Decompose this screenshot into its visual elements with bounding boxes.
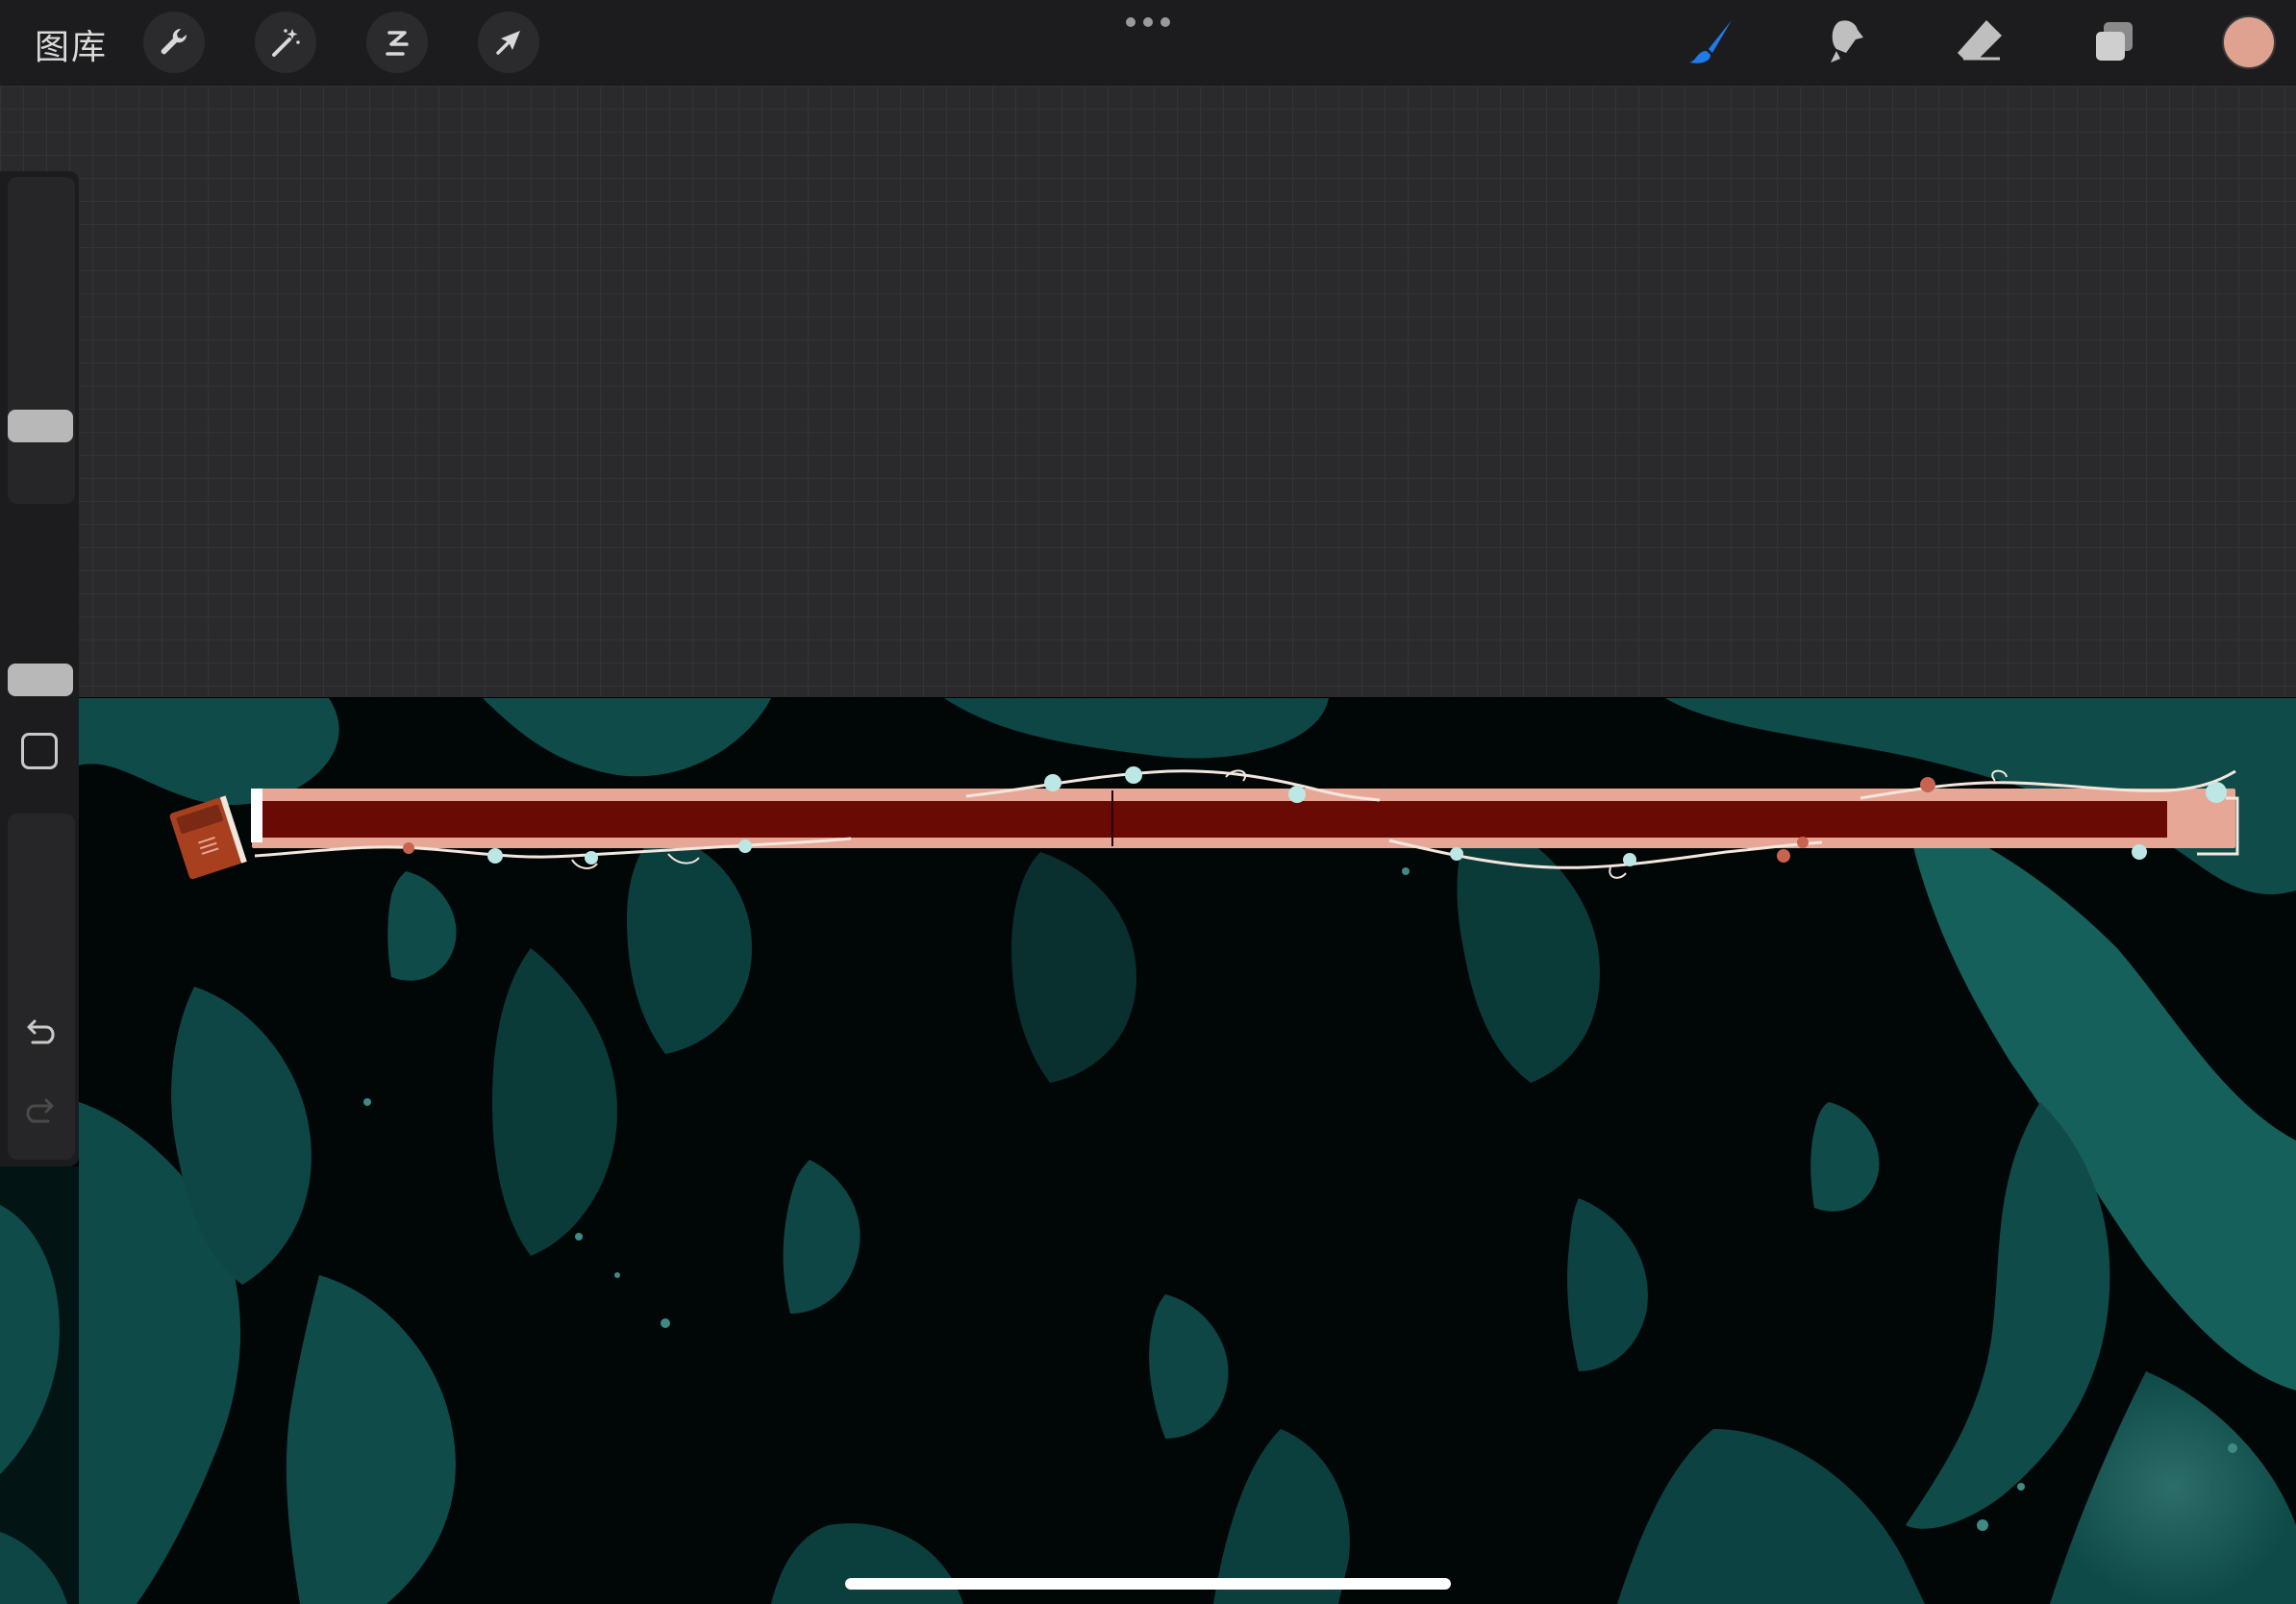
brush-size-thumb[interactable] <box>8 410 73 442</box>
adjustments-button[interactable] <box>255 12 316 73</box>
layers-icon <box>2096 22 2133 61</box>
home-indicator <box>845 1578 1451 1590</box>
selection-button[interactable] <box>366 12 428 73</box>
selection-s-icon <box>386 31 409 56</box>
procreate-app: 图库 <box>0 0 2296 1604</box>
more-dots-icon[interactable] <box>1126 15 1170 29</box>
magic-wand-icon <box>272 29 300 57</box>
wrench-icon <box>161 28 187 55</box>
opacity-thumb[interactable] <box>8 664 73 696</box>
square-modify-icon[interactable] <box>21 733 58 769</box>
undo-icon[interactable] <box>19 1014 62 1056</box>
color-swatch-button[interactable] <box>2222 15 2276 69</box>
workspace-background <box>0 86 2296 697</box>
arrow-cursor-icon <box>496 31 520 55</box>
canvas-left-edge <box>0 1166 79 1604</box>
left-sidebar <box>0 171 79 1166</box>
progress-bar-artwork <box>168 760 2245 894</box>
actions-button[interactable] <box>143 12 205 73</box>
eraser-icon <box>1958 20 2002 61</box>
brush-icon <box>1689 20 1732 63</box>
canvas-texture-edge <box>0 1166 79 1604</box>
layers-button[interactable] <box>2084 13 2145 71</box>
smudge-icon <box>1831 20 1863 63</box>
brush-tool-button[interactable] <box>1681 13 1742 71</box>
vine-decoration <box>251 766 2239 879</box>
smudge-tool-button[interactable] <box>1814 13 1876 71</box>
book-icon <box>169 795 247 880</box>
gallery-button[interactable]: 图库 <box>35 19 108 69</box>
transform-button[interactable] <box>478 12 539 73</box>
top-toolbar: 图库 <box>0 0 2296 86</box>
redo-icon[interactable] <box>19 1092 62 1135</box>
brush-size-slider[interactable] <box>8 177 75 504</box>
eraser-tool-button[interactable] <box>1949 13 2010 71</box>
